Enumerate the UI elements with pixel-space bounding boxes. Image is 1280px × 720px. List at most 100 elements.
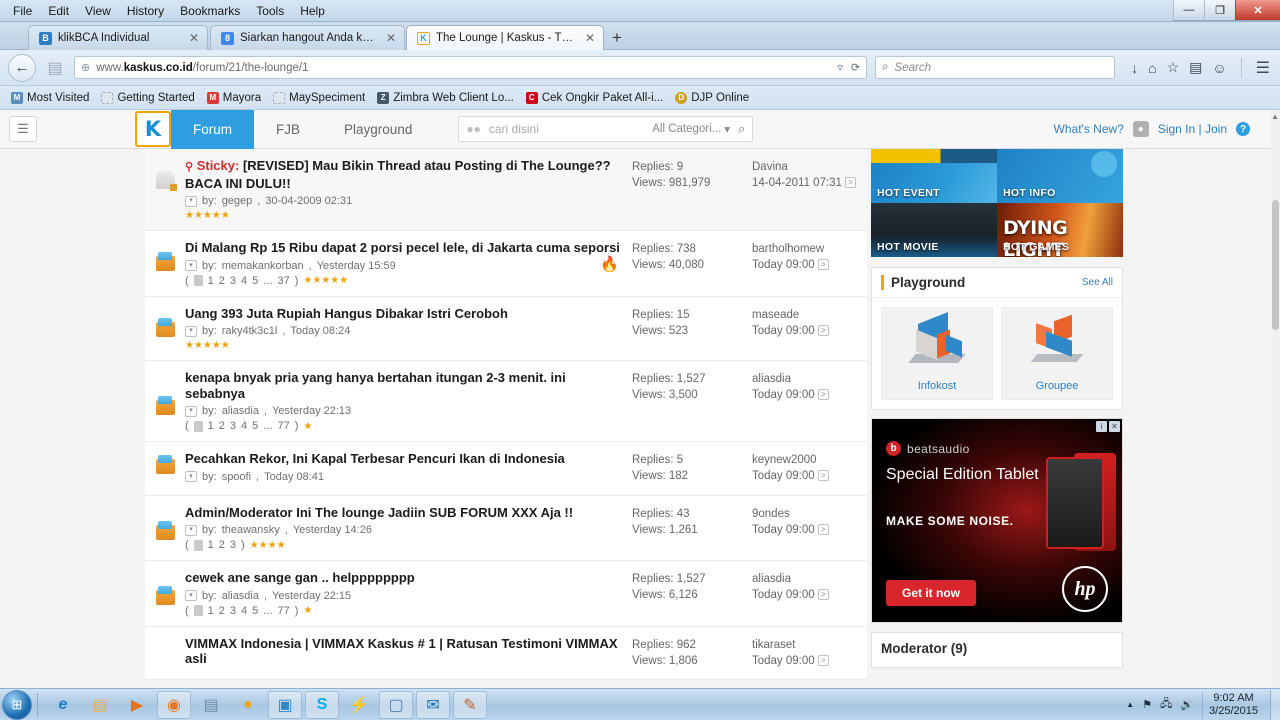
thread-author[interactable]: aliasdia bbox=[222, 404, 259, 418]
chevron-down-icon[interactable]: ▾ bbox=[185, 195, 197, 207]
table-row[interactable]: Uang 393 Juta Rupiah Hangus Dibakar Istr… bbox=[145, 296, 867, 361]
bookmark-star-icon[interactable]: ☆ bbox=[1167, 59, 1180, 76]
menu-item-edit[interactable]: Edit bbox=[41, 2, 76, 20]
thread-title[interactable]: Pecahkan Rekor, Ini Kapal Terbesar Pencu… bbox=[185, 451, 626, 467]
last-post-user[interactable]: aliasdia bbox=[752, 371, 867, 387]
home-icon[interactable]: ⌂ bbox=[1148, 60, 1156, 76]
page-link[interactable]: 5 bbox=[252, 275, 258, 287]
thread-author[interactable]: theawansky bbox=[222, 523, 280, 537]
taskbar-item-notepad[interactable]: ▤ bbox=[194, 691, 228, 719]
menu-item-history[interactable]: History bbox=[120, 2, 171, 20]
chevron-down-icon[interactable]: ▾ bbox=[185, 260, 197, 271]
tab-close-icon[interactable]: ✕ bbox=[581, 31, 595, 45]
chevron-down-icon[interactable]: ▾ bbox=[185, 590, 197, 601]
page-link[interactable]: 3 bbox=[230, 420, 236, 432]
page-scrollbar[interactable]: ▲ bbox=[1271, 110, 1280, 688]
back-button[interactable]: ← bbox=[8, 53, 36, 82]
tray-security-icon[interactable]: ⚑ bbox=[1142, 698, 1152, 711]
start-button[interactable]: ⊞ bbox=[2, 689, 32, 720]
hamburger-menu-icon[interactable]: ☰ bbox=[1256, 58, 1270, 78]
last-post-user[interactable]: maseade bbox=[752, 307, 867, 323]
page-link[interactable]: 2 bbox=[219, 539, 225, 551]
goto-last-post-icon[interactable]: > bbox=[817, 654, 829, 666]
advertisement-banner[interactable]: i ✕ b beatsaudio Special Edition Tablet … bbox=[871, 418, 1123, 623]
ad-cta-button[interactable]: Get it now bbox=[886, 580, 976, 606]
address-bar[interactable]: ⊕ www. kaskus.co.id/forum/21/the-lounge/1… bbox=[74, 56, 868, 79]
scroll-up-arrow-icon[interactable]: ▲ bbox=[1271, 112, 1279, 121]
thread-title[interactable]: VIMMAX Indonesia | VIMMAX Kaskus # 1 | R… bbox=[185, 636, 626, 667]
taskbar-item-internet-explorer[interactable]: e bbox=[46, 691, 80, 719]
forward-button[interactable]: ▤ bbox=[42, 55, 68, 81]
page-link[interactable]: 2 bbox=[219, 420, 225, 432]
hot-movie-tile[interactable]: HOT MOVIE bbox=[871, 203, 997, 257]
chevron-down-icon[interactable]: ▾ bbox=[185, 471, 197, 482]
taskbar-item-remote-desktop[interactable]: ▢ bbox=[379, 690, 413, 719]
page-link[interactable]: 1 bbox=[208, 420, 214, 432]
bookmark-cek-ongkir[interactable]: C Cek Ongkir Paket All-i... bbox=[521, 90, 668, 106]
thread-title[interactable]: ⚲ Sticky: [REVISED] Mau Bikin Thread ata… bbox=[185, 158, 626, 191]
page-link[interactable]: 3 bbox=[230, 539, 236, 551]
thread-title[interactable]: Uang 393 Juta Rupiah Hangus Dibakar Istr… bbox=[185, 306, 626, 322]
help-icon[interactable]: ? bbox=[1236, 122, 1250, 136]
minimize-button[interactable]: — bbox=[1173, 0, 1204, 21]
last-post-user[interactable]: bartholhomew bbox=[752, 241, 867, 257]
taskbar-item-paint[interactable]: ✎ bbox=[453, 690, 487, 719]
playground-card-groupee[interactable]: Groupee bbox=[1001, 307, 1113, 400]
thread-title[interactable]: kenapa bnyak pria yang hanya bertahan it… bbox=[185, 370, 605, 401]
see-all-link[interactable]: See All bbox=[1082, 277, 1113, 288]
page-link[interactable]: 3 bbox=[230, 275, 236, 287]
nav-fjb[interactable]: FJB bbox=[254, 110, 322, 149]
goto-last-post-icon[interactable]: > bbox=[817, 259, 829, 270]
site-search-box[interactable]: ●● cari disini All Categori... ▾ ⌕ bbox=[458, 116, 754, 142]
last-post-user[interactable]: aliasdia bbox=[752, 571, 867, 587]
sign-in-join-link[interactable]: Sign In | Join bbox=[1158, 122, 1227, 136]
search-category-select[interactable]: All Categori... ▾ bbox=[652, 122, 730, 136]
taskbar-item-opera[interactable]: ● bbox=[231, 691, 265, 719]
taskbar-item-file-explorer[interactable]: ▤ bbox=[83, 691, 117, 719]
bookmark-djp-online[interactable]: D DJP Online bbox=[670, 90, 754, 106]
thread-title[interactable]: Admin/Moderator Ini The lounge Jadiin SU… bbox=[185, 505, 626, 521]
new-tab-button[interactable]: + bbox=[612, 29, 622, 46]
goto-last-post-icon[interactable]: > bbox=[817, 324, 829, 336]
goto-last-post-icon[interactable]: > bbox=[817, 589, 829, 600]
thread-author[interactable]: gegep bbox=[222, 194, 253, 208]
nav-playground[interactable]: Playground bbox=[322, 110, 434, 149]
table-row[interactable]: Pecahkan Rekor, Ini Kapal Terbesar Pencu… bbox=[145, 442, 867, 496]
page-link-last[interactable]: 77 bbox=[277, 605, 289, 617]
taskbar-item-skype[interactable]: S bbox=[305, 690, 339, 719]
last-post-user[interactable]: tikaraset bbox=[752, 637, 867, 653]
menu-item-tools[interactable]: Tools bbox=[249, 2, 291, 20]
menu-item-help[interactable]: Help bbox=[293, 2, 332, 20]
bookmark-mayora[interactable]: M Mayora bbox=[202, 90, 266, 106]
thread-title[interactable]: cewek ane sange gan .. helpppppppp bbox=[185, 570, 626, 586]
hot-event-tile[interactable]: HOT EVENT bbox=[871, 149, 997, 203]
goto-last-post-icon[interactable]: > bbox=[817, 389, 829, 400]
tray-volume-icon[interactable]: 🔊 bbox=[1180, 698, 1194, 711]
table-row[interactable]: kenapa bnyak pria yang hanya bertahan it… bbox=[145, 361, 867, 442]
tray-expand-icon[interactable]: ▲ bbox=[1126, 700, 1134, 709]
thread-author[interactable]: raky4tk3c1l bbox=[222, 324, 278, 338]
url-dropdown-icon[interactable]: ▿ bbox=[837, 61, 843, 74]
thread-author[interactable]: spoofi bbox=[222, 470, 251, 484]
browser-tab-0[interactable]: B klikBCA Individual ✕ bbox=[28, 25, 208, 50]
browser-tab-2[interactable]: K The Lounge | Kaskus - The ... ✕ bbox=[406, 25, 604, 50]
last-post-user[interactable]: keynew2000 bbox=[752, 452, 867, 468]
page-link-last[interactable]: 77 bbox=[277, 420, 289, 432]
table-row[interactable]: Di Malang Rp 15 Ribu dapat 2 porsi pecel… bbox=[145, 231, 867, 297]
chevron-down-icon[interactable]: ▾ bbox=[185, 405, 197, 417]
page-link[interactable]: 1 bbox=[208, 539, 214, 551]
thread-author[interactable]: aliasdia bbox=[222, 589, 259, 603]
table-row[interactable]: Admin/Moderator Ini The lounge Jadiin SU… bbox=[145, 495, 867, 561]
browser-tab-1[interactable]: 8 Siarkan hangout Anda ke s... ✕ bbox=[210, 25, 405, 50]
chat-icon[interactable]: ☺ bbox=[1212, 60, 1226, 76]
page-link[interactable]: 1 bbox=[208, 605, 214, 617]
taskbar-item-winamp[interactable]: ⚡ bbox=[342, 691, 376, 719]
thread-author[interactable]: memakankorban bbox=[222, 259, 304, 273]
page-link[interactable]: 5 bbox=[252, 420, 258, 432]
last-post-user[interactable]: 9ondes bbox=[752, 506, 867, 522]
hot-info-tile[interactable]: HOT INFO bbox=[997, 149, 1123, 203]
goto-last-post-icon[interactable]: > bbox=[817, 523, 829, 535]
taskbar-item-thunderbird[interactable]: ✉ bbox=[416, 690, 450, 719]
goto-last-post-icon[interactable]: > bbox=[817, 470, 829, 481]
taskbar-item-photo-viewer[interactable]: ▣ bbox=[268, 690, 302, 719]
